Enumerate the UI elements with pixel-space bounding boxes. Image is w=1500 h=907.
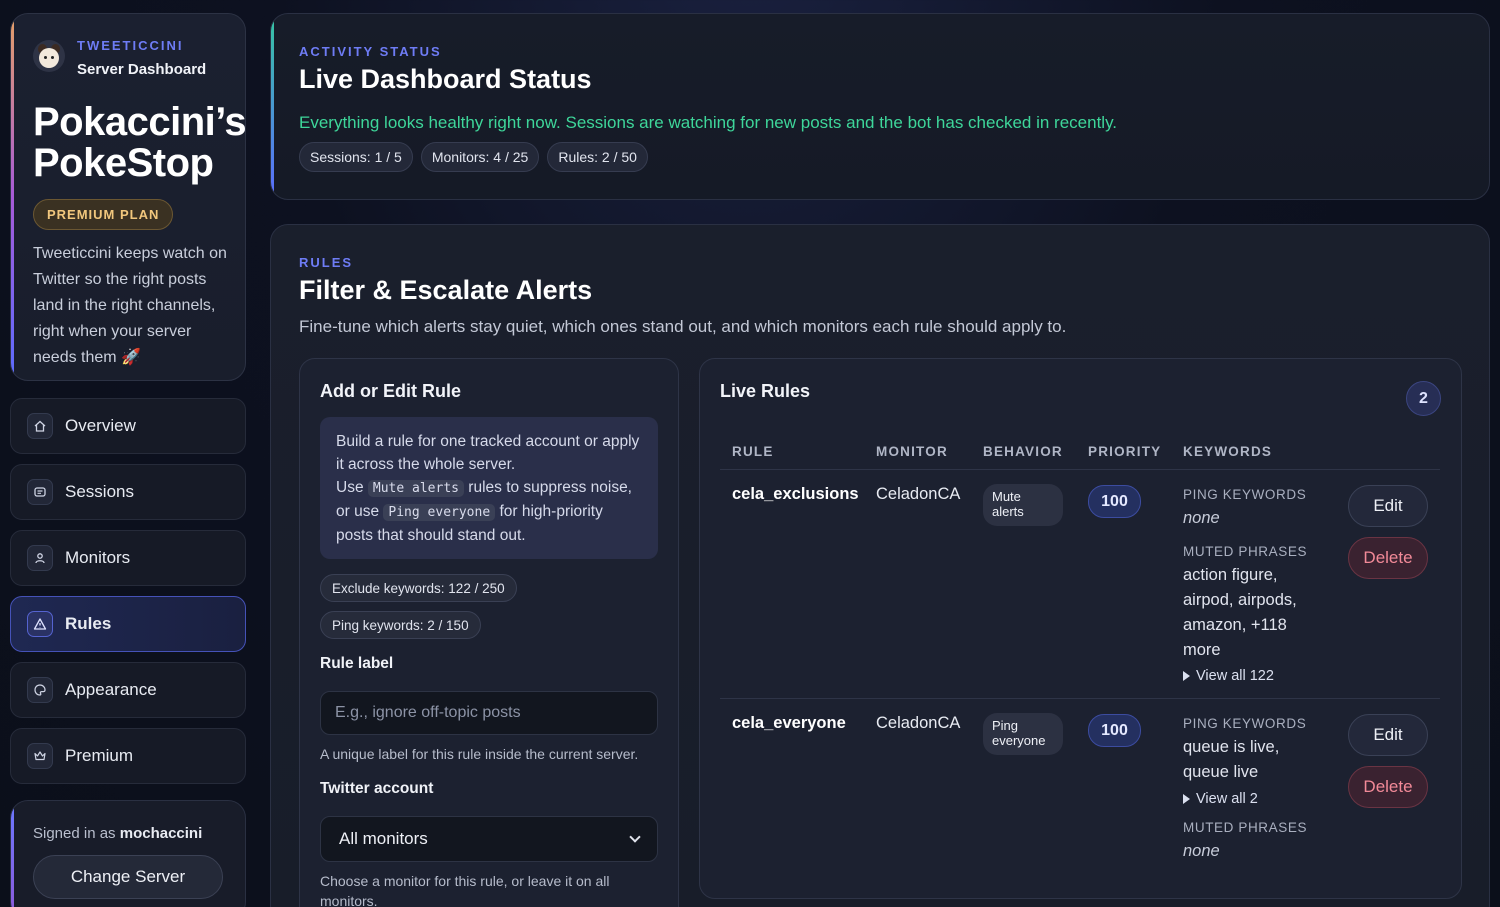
rule-info-box: Build a rule for one tracked account or … <box>320 417 658 559</box>
rules-title: Filter & Escalate Alerts <box>299 275 593 305</box>
form-title: Add or Edit Rule <box>320 381 461 401</box>
exclude-keywords-count: Exclude keywords: 122 / 250 <box>320 574 517 602</box>
rules-count-pill: Rules: 2 / 50 <box>547 142 648 172</box>
ping-everyone-code: Ping everyone <box>383 504 496 521</box>
server-brand-card: TWEETICCINI Server Dashboard Pokaccini’s… <box>10 13 246 381</box>
ping-keywords-label: PING KEYWORDS <box>1183 716 1307 731</box>
server-name: Pokaccini’s PokeStop <box>33 100 246 185</box>
column-header-keywords: KEYWORDS <box>1183 444 1273 459</box>
behavior-badge: Ping everyone <box>983 713 1063 755</box>
delete-rule-button[interactable]: Delete <box>1348 766 1428 808</box>
sidebar-item-sessions[interactable]: Sessions <box>10 464 246 520</box>
live-rules-panel: Live Rules 2 RULE MONITOR BEHAVIOR PRIOR… <box>699 358 1462 899</box>
rule-name: cela_everyone <box>732 714 846 732</box>
twitter-account-select[interactable]: All monitors <box>320 816 658 862</box>
view-all-toggle[interactable]: View all 2 <box>1183 791 1258 807</box>
status-message: Everything looks healthy right now. Sess… <box>299 113 1118 132</box>
rule-name: cela_exclusions <box>732 485 859 503</box>
delete-rule-button[interactable]: Delete <box>1348 537 1428 579</box>
sidebar-item-overview[interactable]: Overview <box>10 398 246 454</box>
table-header-divider <box>720 469 1440 470</box>
column-header-monitor: MONITOR <box>876 444 948 459</box>
status-title: Live Dashboard Status <box>299 64 592 94</box>
rule-form-panel: Add or Edit Rule Build a rule for one tr… <box>299 358 679 907</box>
sidebar-item-label: Monitors <box>65 548 131 567</box>
rule-label-field-label: Rule label <box>320 655 394 672</box>
column-header-rule: RULE <box>732 444 774 459</box>
sidebar-item-monitors[interactable]: Monitors <box>10 530 246 586</box>
live-rules-count-badge: 2 <box>1406 381 1441 416</box>
disclosure-triangle-icon <box>1183 794 1190 804</box>
rules-card: RULES Filter & Escalate Alerts Fine-tune… <box>270 224 1490 907</box>
ping-keywords-value: none <box>1183 509 1220 527</box>
muted-phrases-value: none <box>1183 842 1220 860</box>
status-pills: Sessions: 1 / 5 Monitors: 4 / 25 Rules: … <box>299 142 648 172</box>
ping-keywords-label: PING KEYWORDS <box>1183 487 1307 502</box>
brand-header: TWEETICCINI Server Dashboard <box>33 38 206 78</box>
sidebar-item-premium[interactable]: Premium <box>10 728 246 784</box>
rule-label-help: A unique label for this rule inside the … <box>320 746 639 762</box>
edit-rule-button[interactable]: Edit <box>1348 714 1428 756</box>
signed-in-text: Signed in as mochaccini <box>33 825 203 842</box>
sidebar-nav: Overview Sessions Monitors Rules Appeara… <box>10 398 246 794</box>
select-value: All monitors <box>339 829 428 848</box>
edit-rule-button[interactable]: Edit <box>1348 485 1428 527</box>
live-rules-title: Live Rules <box>720 381 811 401</box>
rule-monitor: CeladonCA <box>876 714 961 732</box>
ping-keywords-count: Ping keywords: 2 / 150 <box>320 611 481 639</box>
app-name: TWEETICCINI <box>77 38 184 53</box>
rule-label-input[interactable] <box>320 691 658 735</box>
rules-eyebrow: RULES <box>299 255 354 270</box>
bot-avatar <box>33 40 65 72</box>
column-header-priority: PRIORITY <box>1088 444 1162 459</box>
sidebar-item-label: Sessions <box>65 482 134 501</box>
behavior-badge: Mute alerts <box>983 484 1063 526</box>
sidebar-item-label: Overview <box>65 416 136 435</box>
home-icon <box>27 413 53 439</box>
palette-icon <box>27 677 53 703</box>
brand-description: Tweeticcini keeps watch on Twitter so th… <box>33 245 227 366</box>
view-all-toggle[interactable]: View all 122 <box>1183 668 1274 684</box>
sidebar-item-label: Premium <box>65 746 134 765</box>
chevron-down-icon <box>629 831 641 843</box>
activity-status-card: ACTIVITY STATUS Live Dashboard Status Ev… <box>270 13 1490 200</box>
disclosure-triangle-icon <box>1183 671 1190 681</box>
sidebar-item-rules[interactable]: Rules <box>10 596 246 652</box>
signed-in-user: mochaccini <box>119 825 203 842</box>
mute-alerts-code: Mute alerts <box>367 480 464 497</box>
rules-description: Fine-tune which alerts stay quiet, which… <box>299 317 1067 336</box>
account-card: Signed in as mochaccini Change Server <box>10 800 246 907</box>
app-subtitle: Server Dashboard <box>77 61 207 78</box>
muted-phrases-value: action figure, airpod, airpods, amazon, … <box>1183 566 1297 659</box>
rule-monitor: CeladonCA <box>876 485 961 503</box>
monitors-count-pill: Monitors: 4 / 25 <box>420 142 540 172</box>
sessions-icon <box>27 479 53 505</box>
plan-badge: PREMIUM PLAN <box>33 199 174 230</box>
user-icon <box>27 545 53 571</box>
ping-keywords-value: queue is live, queue live <box>1183 738 1280 781</box>
sessions-count-pill: Sessions: 1 / 5 <box>299 142 413 172</box>
warning-icon <box>27 611 53 637</box>
sidebar-item-appearance[interactable]: Appearance <box>10 662 246 718</box>
twitter-account-help: Choose a monitor for this rule, or leave… <box>320 873 610 907</box>
change-server-button[interactable]: Change Server <box>33 855 223 899</box>
priority-badge: 100 <box>1088 485 1141 518</box>
crown-icon <box>27 743 53 769</box>
sidebar-item-label: Appearance <box>65 680 157 699</box>
muted-phrases-label: MUTED PHRASES <box>1183 820 1308 835</box>
muted-phrases-label: MUTED PHRASES <box>1183 544 1308 559</box>
status-eyebrow: ACTIVITY STATUS <box>299 44 442 59</box>
column-header-behavior: BEHAVIOR <box>983 444 1063 459</box>
twitter-account-field-label: Twitter account <box>320 780 434 797</box>
sidebar-item-label: Rules <box>65 614 112 633</box>
row-divider <box>720 698 1440 699</box>
priority-badge: 100 <box>1088 714 1141 747</box>
